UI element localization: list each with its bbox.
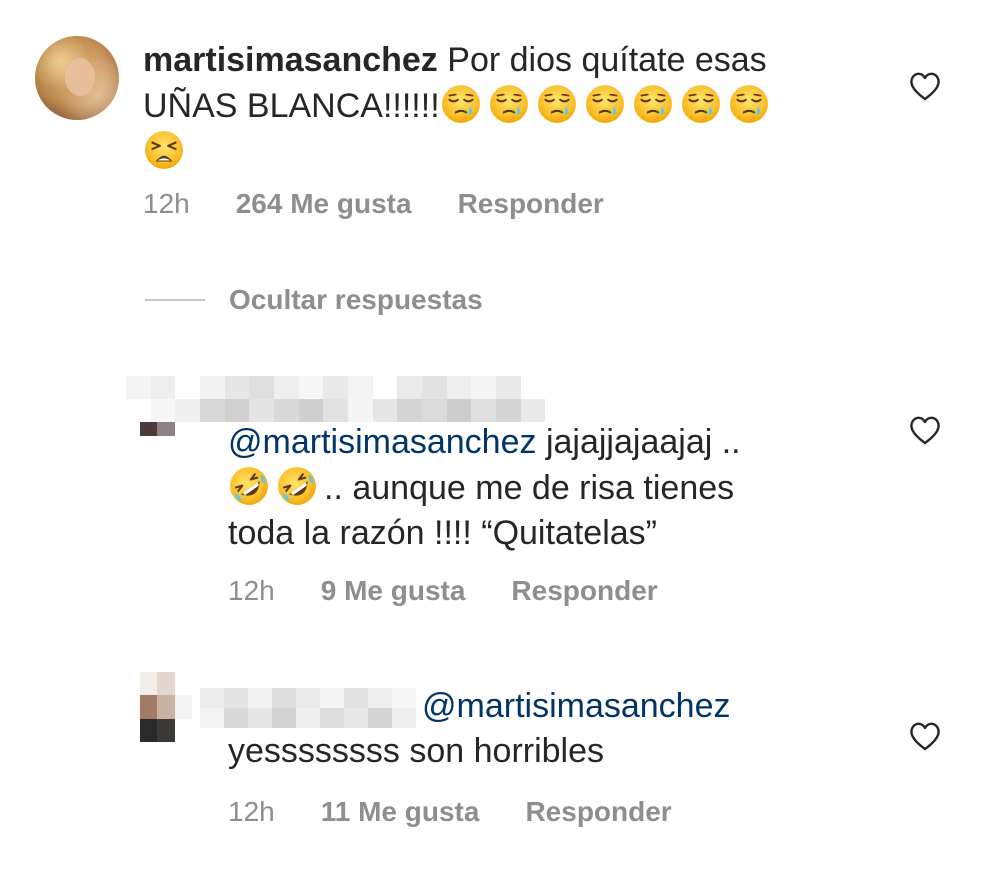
reply-1-time: 12h <box>228 575 275 606</box>
reply-1-text-line-2: .. aunque me de risa tienes <box>324 469 735 507</box>
sleepy-face-emoji <box>488 83 530 125</box>
rolling-on-floor-laughing-emoji <box>276 465 318 507</box>
tired-face-emoji <box>143 129 185 171</box>
comment-likes-link[interactable]: 264 Me gusta <box>236 188 412 220</box>
reply-2-meta: 12h 11 Me gusta Responder <box>228 796 672 828</box>
comment-text-line-1: Por dios quítate esas <box>447 41 767 79</box>
reply-1-mention-link[interactable]: @martisimasanchez <box>228 423 537 461</box>
reply-2-reply-button[interactable]: Responder <box>525 796 671 828</box>
hide-replies-label: Ocultar respuestas <box>229 284 483 315</box>
reply-2-likes-link[interactable]: 11 Me gusta <box>321 796 480 828</box>
like-heart-icon[interactable] <box>908 70 942 102</box>
comment-line-2: UÑAS BLANCA!!!!!! <box>143 83 883 129</box>
reply-1-line-3: toda la razón !!!! “Quitatelas” <box>228 511 908 556</box>
reply-2-line-1: @martisimasanchez <box>228 684 908 729</box>
reply-1-like-heart-icon[interactable] <box>908 414 942 446</box>
reply-2-avatar-blurred[interactable] <box>140 672 192 742</box>
reply-2-line-2: yessssssss son horribles <box>228 729 908 774</box>
avatar-photo-face <box>65 58 95 96</box>
comment-body: martisimasanchez Por dios quítate esas U… <box>143 38 883 175</box>
reply-2-body: @martisimasanchez yessssssss son horribl… <box>228 684 908 774</box>
sleepy-face-emoji <box>584 83 626 125</box>
reply-1-line-2: .. aunque me de risa tienes <box>228 465 908 511</box>
comment-username[interactable]: martisimasanchez <box>143 41 438 79</box>
comment-line-3 <box>143 129 883 175</box>
reply-1-line-1: @martisimasanchez jajajjajaajaj .. <box>228 420 908 465</box>
reply-2-text-line-1: yessssssss son horribles <box>228 732 605 770</box>
comment-time: 12h <box>143 188 190 219</box>
reply-2-like-heart-icon[interactable] <box>908 720 942 752</box>
comment-text-line-2: UÑAS BLANCA!!!!!! <box>143 87 440 125</box>
commenter-avatar[interactable] <box>35 36 119 120</box>
reply-1-text-line-1: jajajjajaajaj .. <box>545 423 741 461</box>
reply-1-reply-button[interactable]: Responder <box>511 575 657 607</box>
comment-reply-button[interactable]: Responder <box>458 188 604 220</box>
reply-1-meta: 12h 9 Me gusta Responder <box>228 575 658 607</box>
hide-replies-button[interactable]: Ocultar respuestas <box>145 284 483 316</box>
reply-1-body: @martisimasanchez jajajjajaajaj .. .. au… <box>228 420 908 556</box>
sleepy-face-emoji <box>536 83 578 125</box>
comment-meta: 12h 264 Me gusta Responder <box>143 188 604 220</box>
reply-1-username-blurred[interactable] <box>126 376 570 422</box>
reply-1-likes-link[interactable]: 9 Me gusta <box>321 575 466 607</box>
reply-2-time: 12h <box>228 796 275 827</box>
comment-line-1: martisimasanchez Por dios quítate esas <box>143 38 883 83</box>
sleepy-face-emoji <box>440 83 482 125</box>
rolling-on-floor-laughing-emoji <box>228 465 270 507</box>
sleepy-face-emoji <box>728 83 770 125</box>
sleepy-face-emoji <box>632 83 674 125</box>
hide-replies-divider <box>145 299 205 301</box>
reply-2-mention-link[interactable]: @martisimasanchez <box>422 687 731 725</box>
reply-1-text-line-3: toda la razón !!!! “Quitatelas” <box>228 514 657 552</box>
sleepy-face-emoji <box>680 83 722 125</box>
